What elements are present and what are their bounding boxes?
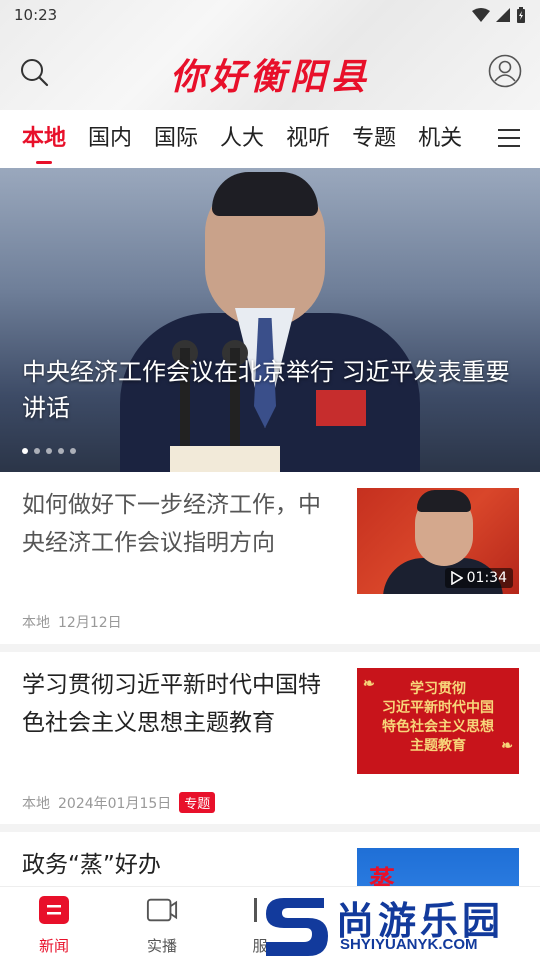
- news-icon: [39, 896, 69, 924]
- status-bar: 10:23: [0, 0, 540, 30]
- nav-live-label: 实播: [146, 937, 177, 955]
- divider: [0, 644, 540, 652]
- tab-audiovisual[interactable]: 视听: [286, 110, 330, 168]
- news-meta: 本地 2024年01月15日 专题: [22, 792, 216, 813]
- tab-international[interactable]: 国际: [154, 110, 198, 168]
- nav-news-label: 新闻: [38, 937, 69, 955]
- tab-npc[interactable]: 人大: [220, 110, 264, 168]
- hero-image-hair: [212, 172, 318, 216]
- app-header: 你好衡阳县: [0, 30, 540, 110]
- tab-government[interactable]: 机关: [418, 110, 462, 168]
- news-item[interactable]: 政务“蒸”好办 蒸: [0, 832, 540, 886]
- hero-carousel[interactable]: 中央经济工作会议在北京举行 习近平发表重要讲话: [0, 168, 540, 472]
- news-title[interactable]: 学习贯彻习近平新时代中国特色社会主义思想主题教育: [22, 666, 337, 742]
- carousel-dot[interactable]: [46, 448, 52, 454]
- news-source: 本地: [22, 615, 50, 631]
- wifi-icon: [472, 8, 490, 22]
- news-source: 本地: [22, 795, 50, 812]
- carousel-indicator: [22, 448, 76, 454]
- battery-icon: [517, 7, 525, 23]
- news-date: 12月12日: [58, 615, 122, 631]
- hero-caption[interactable]: 中央经济工作会议在北京举行 习近平发表重要讲话: [22, 354, 518, 426]
- status-icons: [472, 7, 526, 23]
- thumb-line: 学习贯彻: [410, 681, 466, 697]
- duration-text: 01:34: [466, 570, 507, 586]
- video-camera-icon: [146, 898, 178, 922]
- carousel-dot[interactable]: [22, 448, 28, 454]
- news-meta: 本地 12月12日: [22, 612, 122, 632]
- carousel-dot[interactable]: [34, 448, 40, 454]
- status-time: 10:23: [14, 6, 58, 24]
- top-header: 10:23 你好衡阳县: [0, 0, 540, 110]
- tab-domestic[interactable]: 国内: [88, 110, 132, 168]
- menu-icon[interactable]: [498, 129, 520, 149]
- watermark: 尚游乐园 SHYIYUANYK.COM: [262, 890, 540, 960]
- signal-icon: [496, 8, 510, 22]
- news-title[interactable]: 如何做好下一步经济工作，中央经济工作会议指明方向: [22, 486, 337, 562]
- nav-news[interactable]: 新闻: [14, 895, 94, 956]
- news-thumbnail[interactable]: ❧ 学习贯彻 习近平新时代中国 特色社会主义思想 主题教育 ❧: [357, 668, 519, 774]
- news-title[interactable]: 政务“蒸”好办: [22, 846, 337, 884]
- nav-live[interactable]: 实播: [122, 895, 202, 956]
- dove-icon: ❧: [501, 738, 513, 754]
- tab-local[interactable]: 本地: [22, 110, 66, 168]
- thumb-text: 蒸: [369, 866, 396, 886]
- news-item[interactable]: 学习贯彻习近平新时代中国特色社会主义思想主题教育 ❧ 学习贯彻 习近平新时代中国…: [0, 652, 540, 824]
- thumb-line: 习近平新时代中国: [382, 700, 494, 716]
- news-thumbnail[interactable]: 01:34: [357, 488, 519, 594]
- user-profile-icon[interactable]: [488, 54, 522, 88]
- thumb-line: 主题教育: [410, 738, 466, 754]
- category-tabs: 本地 国内 国际 人大 视听 专题 机关: [0, 110, 540, 168]
- watermark-logo: [266, 898, 328, 956]
- tab-special-topic[interactable]: 专题: [352, 110, 396, 168]
- carousel-dot[interactable]: [58, 448, 64, 454]
- app-logo: 你好衡阳县: [169, 56, 370, 98]
- topic-tag: 专题: [179, 792, 216, 813]
- news-item[interactable]: 如何做好下一步经济工作，中央经济工作会议指明方向 01:34 本地 12月12日: [0, 472, 540, 644]
- video-duration: 01:34: [444, 568, 513, 588]
- news-date: 2024年01月15日: [58, 795, 172, 812]
- hero-image-nameplate: [170, 446, 280, 472]
- carousel-dot[interactable]: [70, 448, 76, 454]
- divider: [0, 824, 540, 832]
- thumb-text: 学习贯彻 习近平新时代中国 特色社会主义思想 主题教育: [357, 680, 519, 756]
- play-icon: [450, 571, 463, 585]
- thumb-figure-hair: [417, 490, 471, 512]
- watermark-url: SHYIYUANYK.COM: [340, 936, 478, 953]
- news-thumbnail[interactable]: 蒸: [357, 848, 519, 886]
- thumb-line: 特色社会主义思想: [382, 719, 494, 735]
